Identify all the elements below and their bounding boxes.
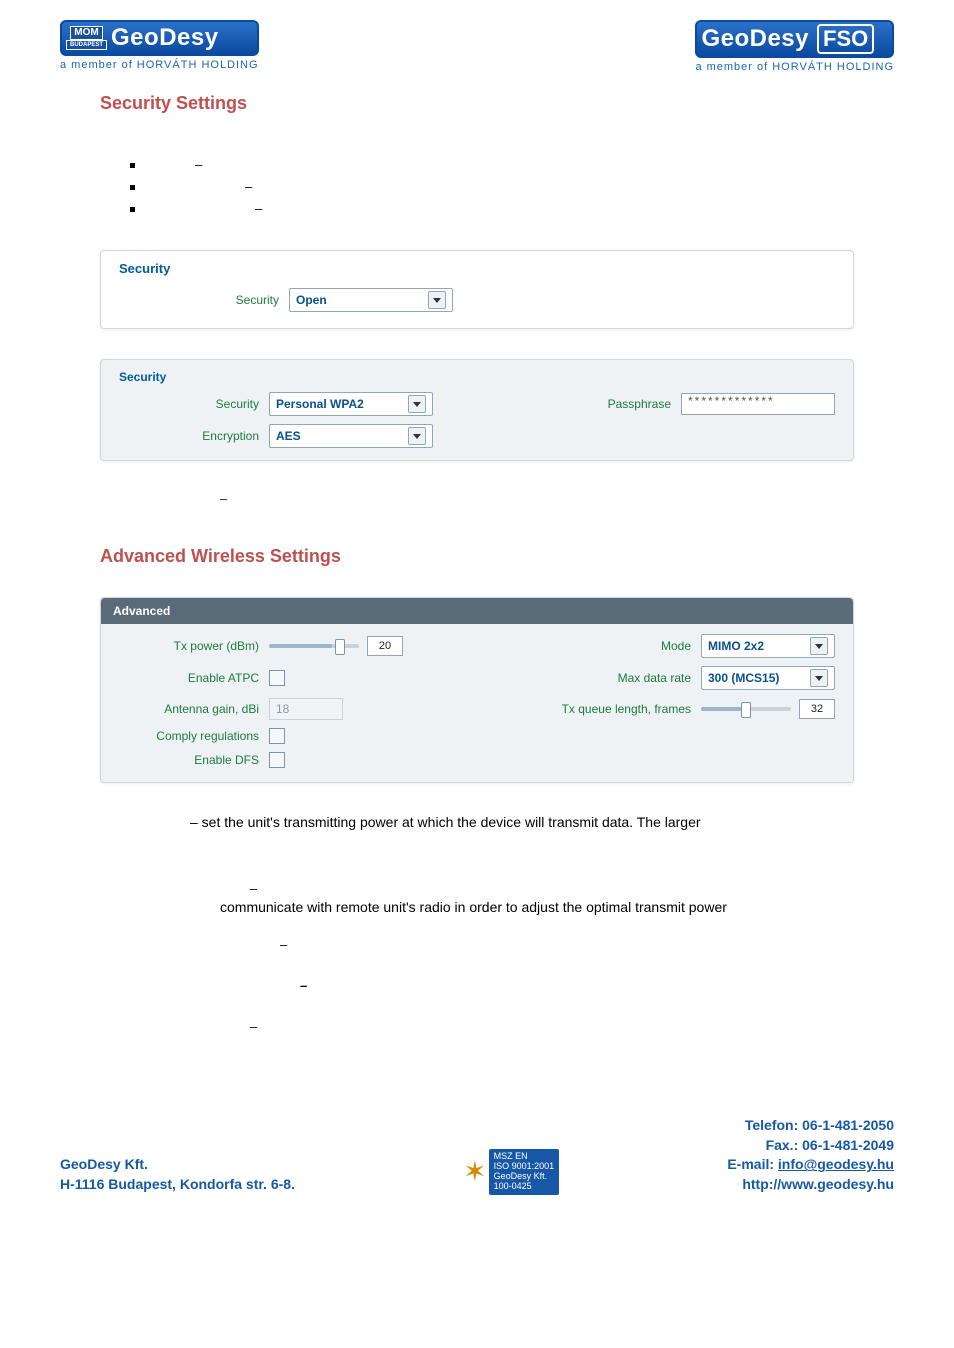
chevron-down-icon <box>810 669 828 687</box>
security-wpa-panel: Security Security Personal WPA2 Passphra… <box>100 359 854 461</box>
chevron-down-icon <box>408 427 426 445</box>
chevron-down-icon <box>408 395 426 413</box>
panel-title: Security <box>101 360 853 388</box>
footer: GeoDesy Kft. H-1116 Budapest, Kondorfa s… <box>0 1076 954 1214</box>
footer-address: GeoDesy Kft. H-1116 Budapest, Kondorfa s… <box>60 1155 295 1194</box>
rate-select[interactable]: 300 (MCS15) <box>701 666 835 690</box>
dash-icon: – <box>245 176 252 198</box>
antenna-label: Antenna gain, dBi <box>119 702 259 716</box>
dash-icon: – <box>250 1019 894 1034</box>
txpower-value: 20 <box>367 636 403 656</box>
bullet-icon <box>130 207 135 212</box>
txq-value: 32 <box>799 699 835 719</box>
passphrase-label: Passphrase <box>608 397 671 411</box>
footer-url[interactable]: http://www.geodesy.hu <box>727 1175 894 1195</box>
chevron-down-icon <box>810 637 828 655</box>
mode-label: Mode <box>661 639 691 653</box>
dash-icon: – <box>195 154 202 176</box>
panel-title: Advanced <box>101 598 853 624</box>
logo-right-brand: GeoDesy <box>701 25 809 53</box>
dash-icon: – <box>280 937 894 952</box>
footer-contact: Telefon: 06-1-481-2050 Fax.: 06-1-481-20… <box>727 1116 894 1194</box>
txq-slider[interactable]: 32 <box>701 699 835 719</box>
footer-phone: Telefon: 06-1-481-2050 <box>727 1116 894 1136</box>
mode-select[interactable]: MIMO 2x2 <box>701 634 835 658</box>
logo-left-mom: MOM <box>70 26 102 40</box>
footer-street: H-1116 Budapest, Kondorfa str. 6-8. <box>60 1175 295 1195</box>
security-open-panel: Security Security Open <box>100 250 854 329</box>
security-select[interactable]: Personal WPA2 <box>269 392 433 416</box>
comply-checkbox[interactable] <box>269 728 285 744</box>
encryption-label: Encryption <box>119 429 259 443</box>
logo-left-tagline: a member of HORVÁTH HOLDING <box>60 59 259 71</box>
footer-fax: Fax.: 06-1-481-2049 <box>727 1136 894 1156</box>
cert-box: MSZ EN ISO 9001:2001 GeoDesy Kft. 100-04… <box>489 1149 560 1195</box>
bullet-icon <box>130 185 135 190</box>
header: MOM BUDAPEST GeoDesy a member of HORVÁTH… <box>60 20 894 73</box>
dash-icon: – <box>220 491 894 506</box>
logo-left: MOM BUDAPEST GeoDesy a member of HORVÁTH… <box>60 20 259 71</box>
ribbon-icon: ✶ <box>463 1155 486 1188</box>
logo-right: GeoDesy FSO a member of HORVÁTH HOLDING <box>695 20 894 73</box>
security-select-value: Open <box>296 293 327 307</box>
dfs-checkbox[interactable] <box>269 752 285 768</box>
mode-select-value: MIMO 2x2 <box>708 639 764 653</box>
atpc-checkbox[interactable] <box>269 670 285 686</box>
txpower-slider[interactable]: 20 <box>269 636 403 656</box>
chevron-down-icon <box>428 291 446 309</box>
paragraph-atpc: communicate with remote unit's radio in … <box>220 898 854 918</box>
logo-left-sub: BUDAPEST <box>66 40 107 50</box>
security-select[interactable]: Open <box>289 288 453 312</box>
antenna-value: 18 <box>269 698 343 720</box>
security-label: Security <box>119 397 259 411</box>
atpc-label: Enable ATPC <box>119 671 259 685</box>
txpower-label: Tx power (dBm) <box>119 639 259 653</box>
logo-right-tagline: a member of HORVÁTH HOLDING <box>695 61 894 73</box>
security-select-value: Personal WPA2 <box>276 397 364 411</box>
passphrase-input[interactable]: ************* <box>681 393 835 415</box>
footer-company: GeoDesy Kft. <box>60 1155 295 1175</box>
dash-icon: – <box>255 198 262 220</box>
logo-right-fso: FSO <box>817 24 874 54</box>
dash-icon: – <box>300 978 894 993</box>
advanced-panel: Advanced Tx power (dBm) 20 Mode MIMO 2x2… <box>100 597 854 783</box>
panel-title: Security <box>101 251 853 282</box>
rate-label: Max data rate <box>618 671 691 685</box>
footer-email-link[interactable]: info@geodesy.hu <box>778 1156 894 1172</box>
logo-left-brand: GeoDesy <box>111 24 219 52</box>
txq-label: Tx queue length, frames <box>562 702 691 716</box>
footer-email: E-mail: info@geodesy.hu <box>727 1155 894 1175</box>
security-label: Security <box>119 293 279 307</box>
dash-icon: – <box>250 881 894 896</box>
encryption-select-value: AES <box>276 429 301 443</box>
dfs-label: Enable DFS <box>119 753 259 767</box>
encryption-select[interactable]: AES <box>269 424 433 448</box>
footer-cert: ✶ MSZ EN ISO 9001:2001 GeoDesy Kft. 100-… <box>463 1149 559 1195</box>
bullet-icon <box>130 163 135 168</box>
rate-select-value: 300 (MCS15) <box>708 671 779 685</box>
section-title-advanced: Advanced Wireless Settings <box>100 546 894 567</box>
paragraph-txpower: – set the unit's transmitting power at w… <box>190 813 854 833</box>
bullet-list: – – – <box>130 154 894 220</box>
section-title-security: Security Settings <box>100 93 894 114</box>
comply-label: Comply regulations <box>119 729 259 743</box>
